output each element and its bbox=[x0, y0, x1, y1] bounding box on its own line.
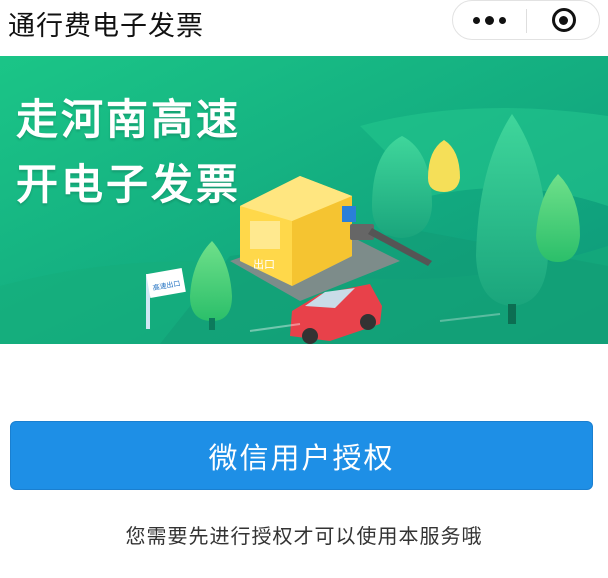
banner-headline-1: 走河南高速 bbox=[16, 95, 242, 144]
mini-program-capsule bbox=[452, 0, 600, 40]
banner-headline-2: 开电子发票 bbox=[16, 160, 242, 209]
svg-text:出口: 出口 bbox=[253, 257, 275, 271]
mini-program-close-icon bbox=[551, 8, 576, 32]
page-title: 通行费电子发票 bbox=[8, 11, 204, 42]
more-dots-icon bbox=[473, 16, 480, 24]
auth-hint-text: 您需要先进行授权才可以使用本服务哦 bbox=[125, 524, 483, 548]
wechat-auth-button[interactable]: 微信用户授权 bbox=[10, 421, 593, 490]
promo-banner: 出口 高速出口 走河南高速 开电子发票 bbox=[0, 56, 608, 344]
close-button[interactable] bbox=[527, 1, 600, 39]
title-bar: 通行费电子发票 bbox=[0, 0, 608, 52]
more-button[interactable] bbox=[453, 1, 526, 39]
